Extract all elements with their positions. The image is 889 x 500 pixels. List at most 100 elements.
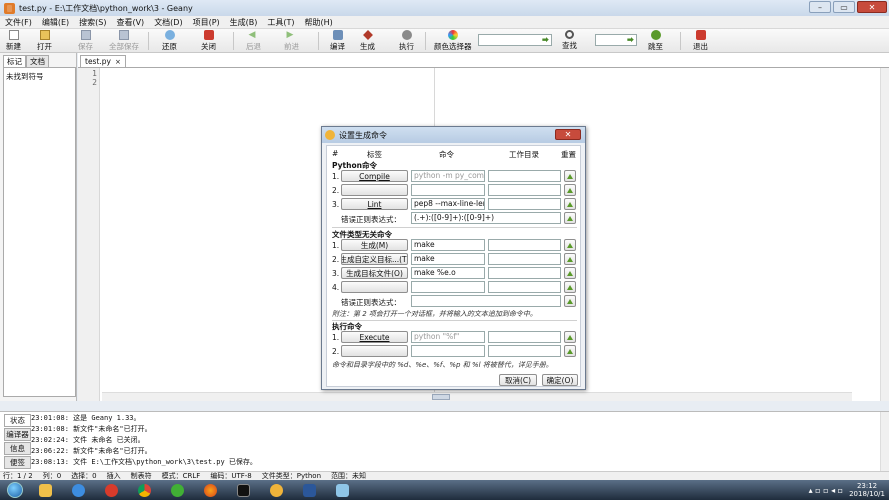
build-button[interactable]: 生成 bbox=[360, 30, 375, 52]
dialog-body: # 标签 命令 工作目录 重置 Python命令 1. Compile pyth… bbox=[326, 145, 581, 387]
tab-close-icon[interactable]: × bbox=[115, 58, 121, 66]
execute-workdir-field[interactable] bbox=[488, 331, 561, 343]
make-workdir-field[interactable] bbox=[488, 239, 561, 251]
python-row2-label-button[interactable] bbox=[341, 184, 408, 196]
reset-button[interactable] bbox=[564, 253, 576, 265]
reset-button[interactable] bbox=[564, 198, 576, 210]
reset-button[interactable] bbox=[564, 184, 576, 196]
taskbar-item[interactable] bbox=[195, 481, 225, 499]
start-button[interactable] bbox=[0, 480, 30, 500]
tab-scribble[interactable]: 便签 bbox=[4, 456, 31, 469]
python-compile-label-button[interactable]: Compile bbox=[341, 170, 408, 182]
quit-button[interactable]: 退出 bbox=[693, 30, 708, 52]
find-input[interactable]: ⮕ bbox=[478, 34, 552, 46]
execute-row2-command-field[interactable] bbox=[411, 345, 485, 357]
compile-button[interactable]: 编译 bbox=[330, 30, 345, 52]
menu-search[interactable]: 搜索(S) bbox=[74, 17, 111, 28]
execute-command-field[interactable]: python "%f" bbox=[411, 331, 485, 343]
clock[interactable]: 23:12 2018/10/1 bbox=[849, 482, 885, 498]
independent-regex-field[interactable] bbox=[411, 295, 561, 307]
taskbar-item[interactable] bbox=[129, 481, 159, 499]
make-object-command-field[interactable]: make %e.o bbox=[411, 267, 485, 279]
close-file-button[interactable]: 关闭 bbox=[201, 30, 216, 52]
save-button[interactable]: 保存 bbox=[78, 30, 93, 52]
editor-horizontal-scrollbar[interactable] bbox=[102, 392, 852, 401]
make-custom-command-field[interactable]: make bbox=[411, 253, 485, 265]
close-icon[interactable]: ✕ bbox=[857, 1, 887, 13]
python-lint-command-field[interactable]: pep8 --max-line-leng bbox=[411, 198, 485, 210]
python-regex-field[interactable]: (.+):([0-9]+):([0-9]+) bbox=[411, 212, 561, 224]
execute-row2-label-button[interactable] bbox=[341, 345, 408, 357]
document-tab[interactable]: test.py × bbox=[80, 55, 126, 67]
execute-row2-workdir-field[interactable] bbox=[488, 345, 561, 357]
python-compile-workdir-field[interactable] bbox=[488, 170, 561, 182]
back-button[interactable]: ◀ 后退 bbox=[246, 30, 261, 52]
independent-row4-workdir-field[interactable] bbox=[488, 281, 561, 293]
maximize-icon[interactable]: ▭ bbox=[833, 1, 855, 13]
cancel-button[interactable]: 取消(C) bbox=[499, 374, 537, 386]
taskbar-item[interactable] bbox=[261, 481, 291, 499]
menu-help[interactable]: 帮助(H) bbox=[300, 17, 338, 28]
independent-row4-label-button[interactable] bbox=[341, 281, 408, 293]
taskbar-item[interactable] bbox=[228, 481, 258, 499]
make-custom-label-button[interactable]: 生成自定义目标...(T) bbox=[341, 253, 408, 265]
make-label-button[interactable]: 生成(M) bbox=[341, 239, 408, 251]
python-compile-command-field[interactable]: python -m py_compi bbox=[411, 170, 485, 182]
tab-documents[interactable]: 文档 bbox=[26, 55, 49, 67]
python-lint-workdir-field[interactable] bbox=[488, 198, 561, 210]
ok-button[interactable]: 确定(O) bbox=[542, 374, 578, 386]
execute-button[interactable]: 执行 bbox=[399, 30, 414, 52]
tab-status[interactable]: 状态 bbox=[4, 414, 31, 427]
reset-button[interactable] bbox=[564, 281, 576, 293]
taskbar-item[interactable] bbox=[294, 481, 324, 499]
menu-project[interactable]: 项目(P) bbox=[188, 17, 225, 28]
menu-tools[interactable]: 工具(T) bbox=[262, 17, 299, 28]
tab-compiler[interactable]: 编译器 bbox=[4, 428, 31, 441]
tab-symbols[interactable]: 标记 bbox=[3, 55, 26, 67]
minimize-icon[interactable]: – bbox=[809, 1, 831, 13]
color-chooser-button[interactable]: 颜色选择器 bbox=[434, 30, 472, 52]
menu-document[interactable]: 文档(D) bbox=[149, 17, 187, 28]
make-command-field[interactable]: make bbox=[411, 239, 485, 251]
make-object-workdir-field[interactable] bbox=[488, 267, 561, 279]
scrollbar-thumb[interactable] bbox=[432, 394, 450, 400]
message-scrollbar[interactable] bbox=[880, 412, 889, 472]
reset-button[interactable] bbox=[564, 331, 576, 343]
menu-file[interactable]: 文件(F) bbox=[0, 17, 37, 28]
reset-button[interactable] bbox=[564, 295, 576, 307]
find-button[interactable]: 查找 bbox=[562, 30, 577, 51]
execute-label-button[interactable]: Execute bbox=[341, 331, 408, 343]
reset-button[interactable] bbox=[564, 170, 576, 182]
revert-button[interactable]: 还原 bbox=[162, 30, 177, 52]
reset-button[interactable] bbox=[564, 345, 576, 357]
tab-messages[interactable]: 信息 bbox=[4, 442, 31, 455]
open-button[interactable]: 打开 bbox=[37, 30, 52, 52]
reset-button[interactable] bbox=[564, 267, 576, 279]
independent-row4-command-field[interactable] bbox=[411, 281, 485, 293]
taskbar-item[interactable] bbox=[30, 481, 60, 499]
python-lint-label-button[interactable]: Lint bbox=[341, 198, 408, 210]
dialog-close-icon[interactable]: ✕ bbox=[555, 129, 581, 140]
taskbar-item[interactable] bbox=[327, 481, 357, 499]
taskbar-item[interactable] bbox=[96, 481, 126, 499]
goto-line-input[interactable]: ⮕ bbox=[595, 34, 637, 46]
new-button[interactable]: 新建 bbox=[6, 30, 21, 52]
line-number: 1 bbox=[92, 69, 97, 78]
menu-edit[interactable]: 编辑(E) bbox=[37, 17, 74, 28]
taskbar-item[interactable] bbox=[63, 481, 93, 499]
reset-button[interactable] bbox=[564, 212, 576, 224]
goto-go-icon: ⮕ bbox=[627, 36, 634, 44]
menu-build[interactable]: 生成(B) bbox=[225, 17, 263, 28]
taskbar-item[interactable] bbox=[162, 481, 192, 499]
make-object-label-button[interactable]: 生成目标文件(O) bbox=[341, 267, 408, 279]
python-row2-command-field[interactable] bbox=[411, 184, 485, 196]
forward-button[interactable]: ▶ 前进 bbox=[284, 30, 299, 52]
build-icon bbox=[362, 30, 373, 40]
python-row2-workdir-field[interactable] bbox=[488, 184, 561, 196]
make-custom-workdir-field[interactable] bbox=[488, 253, 561, 265]
goto-button[interactable]: 跳至 bbox=[648, 30, 663, 52]
editor-vertical-scrollbar[interactable] bbox=[880, 68, 889, 401]
save-all-button[interactable]: 全部保存 bbox=[109, 30, 139, 52]
reset-button[interactable] bbox=[564, 239, 576, 251]
menu-view[interactable]: 查看(V) bbox=[111, 17, 149, 28]
